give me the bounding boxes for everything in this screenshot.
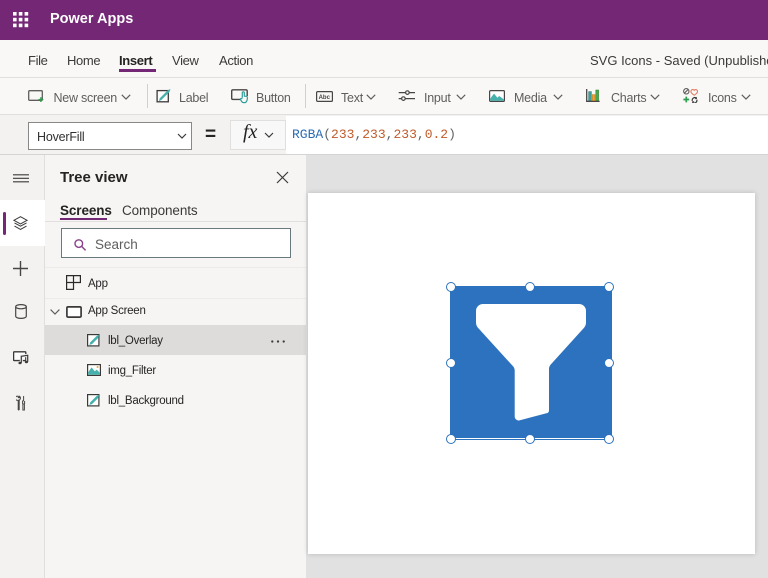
svg-text:Abc: Abc [319, 95, 331, 101]
